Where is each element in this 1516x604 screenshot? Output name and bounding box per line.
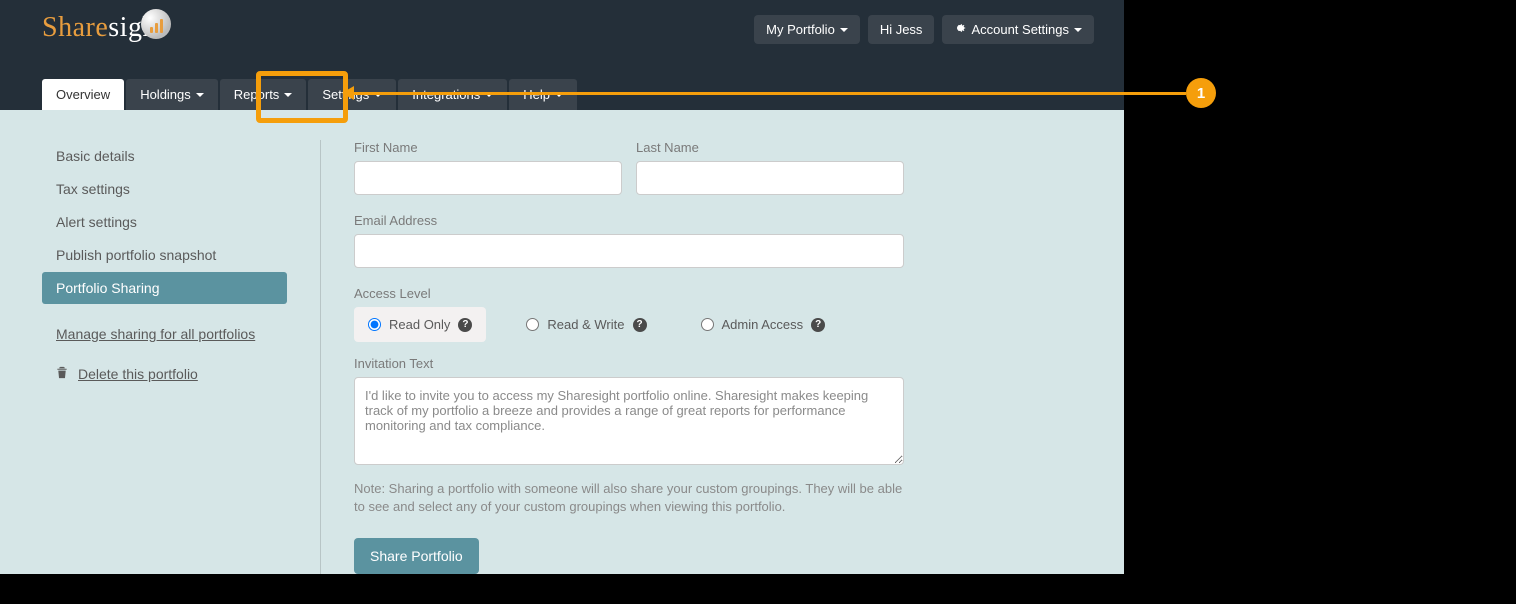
- radio-read-only-input[interactable]: [368, 318, 381, 331]
- sidebar-publish-label: Publish portfolio snapshot: [56, 247, 216, 263]
- my-portfolio-dropdown[interactable]: My Portfolio: [754, 15, 860, 44]
- sidebar-item-sharing[interactable]: Portfolio Sharing: [42, 272, 287, 304]
- share-button-label: Share Portfolio: [370, 548, 463, 564]
- tab-holdings-label: Holdings: [140, 87, 191, 102]
- last-name-label: Last Name: [636, 140, 904, 155]
- caret-down-icon: [485, 93, 493, 97]
- my-portfolio-label: My Portfolio: [766, 22, 835, 37]
- last-name-input[interactable]: [636, 161, 904, 195]
- main-nav: Overview Holdings Reports Settings Integ…: [42, 79, 577, 110]
- first-name-input[interactable]: [354, 161, 622, 195]
- radio-admin[interactable]: Admin Access ?: [687, 307, 840, 342]
- radio-admin-input[interactable]: [701, 318, 714, 331]
- tab-help-label: Help: [523, 87, 550, 102]
- tab-integrations-label: Integrations: [412, 87, 480, 102]
- sharing-note: Note: Sharing a portfolio with someone w…: [354, 480, 904, 516]
- first-name-label: First Name: [354, 140, 622, 155]
- caret-down-icon: [840, 28, 848, 32]
- help-icon[interactable]: ?: [633, 318, 647, 332]
- sidebar-alert-label: Alert settings: [56, 214, 137, 230]
- app-header: Sharesight My Portfolio Hi Jess Account …: [0, 0, 1124, 110]
- radio-read-only[interactable]: Read Only ?: [354, 307, 486, 342]
- logo[interactable]: Sharesight: [42, 12, 165, 44]
- tab-reports-label: Reports: [234, 87, 280, 102]
- help-icon[interactable]: ?: [811, 318, 825, 332]
- caret-down-icon: [284, 93, 292, 97]
- email-label: Email Address: [354, 213, 904, 228]
- account-settings-dropdown[interactable]: Account Settings: [942, 15, 1094, 44]
- tab-holdings[interactable]: Holdings: [126, 79, 218, 110]
- delete-portfolio-link[interactable]: Delete this portfolio: [78, 366, 198, 382]
- help-icon[interactable]: ?: [458, 318, 472, 332]
- caret-down-icon: [1074, 28, 1082, 32]
- invitation-label: Invitation Text: [354, 356, 904, 371]
- share-portfolio-button[interactable]: Share Portfolio: [354, 538, 479, 574]
- tab-settings-label: Settings: [322, 87, 369, 102]
- logo-bars-icon: [141, 9, 171, 39]
- radio-read-write[interactable]: Read & Write ?: [512, 307, 660, 342]
- logo-text-share: Share: [42, 12, 108, 43]
- sidebar-item-tax[interactable]: Tax settings: [42, 173, 287, 205]
- trash-icon: [56, 366, 68, 382]
- tab-overview-label: Overview: [56, 87, 110, 102]
- delete-portfolio-row: Delete this portfolio: [42, 358, 287, 390]
- gear-icon: [954, 22, 966, 37]
- read-write-label: Read & Write: [547, 317, 624, 332]
- tab-integrations[interactable]: Integrations: [398, 79, 507, 110]
- sidebar-basic-label: Basic details: [56, 148, 135, 164]
- sidebar-item-basic[interactable]: Basic details: [42, 140, 287, 172]
- sharing-form: First Name Last Name Email Address Acces…: [354, 140, 904, 574]
- access-level-label: Access Level: [354, 286, 904, 301]
- caret-down-icon: [374, 93, 382, 97]
- read-only-label: Read Only: [389, 317, 450, 332]
- caret-down-icon: [555, 93, 563, 97]
- email-input[interactable]: [354, 234, 904, 268]
- sidebar-item-publish[interactable]: Publish portfolio snapshot: [42, 239, 287, 271]
- annotation-number-badge: 1: [1186, 78, 1216, 108]
- settings-sidebar: Basic details Tax settings Alert setting…: [42, 140, 287, 574]
- invitation-textarea[interactable]: [354, 377, 904, 465]
- sidebar-sharing-label: Portfolio Sharing: [56, 280, 160, 296]
- tab-reports[interactable]: Reports: [220, 79, 307, 110]
- admin-label: Admin Access: [722, 317, 804, 332]
- manage-all-portfolios-link[interactable]: Manage sharing for all portfolios: [42, 318, 287, 350]
- delete-portfolio-label: Delete this portfolio: [78, 366, 198, 382]
- sidebar-tax-label: Tax settings: [56, 181, 130, 197]
- caret-down-icon: [196, 93, 204, 97]
- annotation-number: 1: [1197, 85, 1205, 102]
- tab-help[interactable]: Help: [509, 79, 577, 110]
- vertical-divider: [320, 140, 321, 574]
- tab-overview[interactable]: Overview: [42, 79, 124, 110]
- manage-all-label: Manage sharing for all portfolios: [56, 326, 255, 342]
- account-settings-label: Account Settings: [971, 22, 1069, 37]
- greeting-label: Hi Jess: [880, 22, 923, 37]
- greeting-button[interactable]: Hi Jess: [868, 15, 935, 44]
- radio-read-write-input[interactable]: [526, 318, 539, 331]
- tab-settings[interactable]: Settings: [308, 79, 396, 110]
- sidebar-item-alert[interactable]: Alert settings: [42, 206, 287, 238]
